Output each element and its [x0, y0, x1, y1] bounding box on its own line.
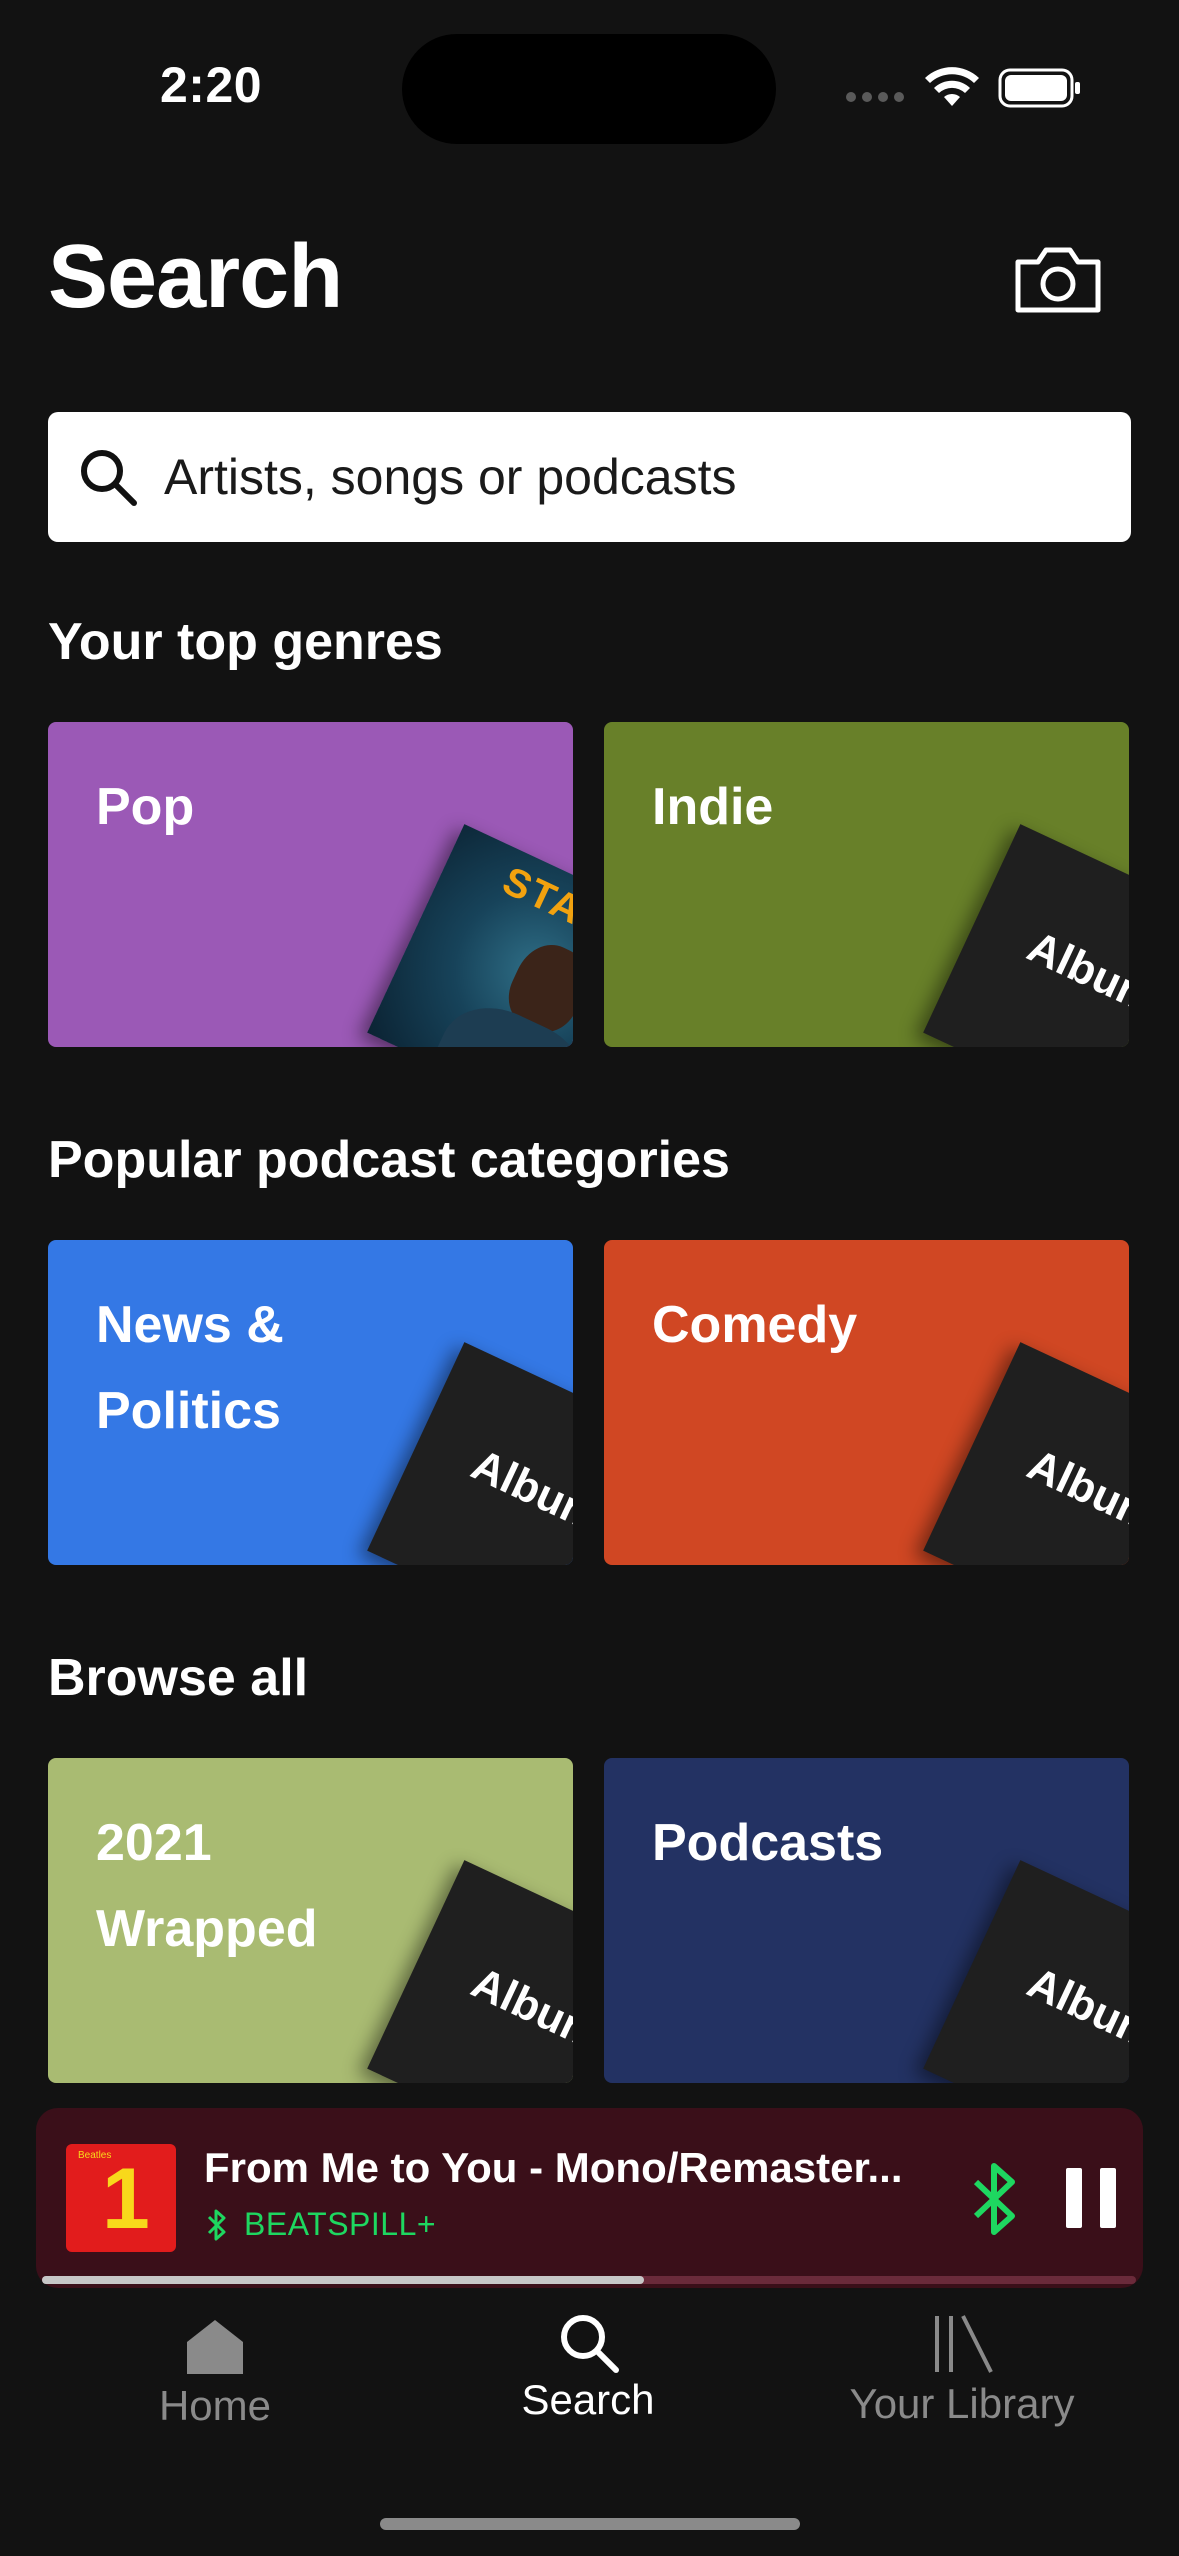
playback-progress[interactable] [42, 2276, 1136, 2284]
album-art: Album [923, 824, 1129, 1047]
tab-label: Search [521, 2376, 655, 2423]
genre-card-indie[interactable]: Indie Album [604, 722, 1129, 1047]
tab-label: Home [158, 2382, 272, 2429]
browse-card-podcasts[interactable]: Podcasts Album [604, 1758, 1129, 2083]
now-playing-title: From Me to You - Mono/Remaster... [204, 2144, 903, 2191]
now-playing-device: BEATSPILL+ [204, 2206, 436, 2243]
tab-home[interactable]: Home [65, 2316, 365, 2430]
album-art-text: Album [1020, 922, 1129, 1025]
search-icon [561, 2315, 619, 2373]
status-time: 2:20 [160, 57, 263, 113]
card-label: Pop [96, 778, 195, 836]
search-screen: 2:20 Search Artists, songs or podcasts Y… [0, 0, 1179, 2556]
category-card-comedy[interactable]: Comedy Album [604, 1240, 1129, 1565]
album-art-title: STAR [495, 858, 573, 947]
tab-search[interactable]: Search [438, 2310, 738, 2424]
album-art-text: Album [464, 1958, 573, 2061]
home-indicator [380, 2518, 800, 2530]
browse-card-2021-wrapped[interactable]: 2021 Wrapped Album [48, 1758, 573, 2083]
card-label: Indie [652, 778, 774, 836]
album-art: STAR [367, 824, 573, 1047]
connect-device-button[interactable] [968, 2162, 1022, 2236]
search-placeholder: Artists, songs or podcasts [164, 449, 737, 505]
library-icon [935, 2315, 993, 2373]
album-art-text: Album [1020, 1440, 1129, 1543]
card-label: Comedy [652, 1296, 858, 1354]
pause-button[interactable] [1064, 2166, 1118, 2230]
now-playing-bar[interactable]: Beatles 1 From Me to You - Mono/Remaster… [36, 2108, 1143, 2288]
card-label: News & Politics [96, 1296, 284, 1440]
search-icon [81, 450, 137, 506]
album-art: Album [923, 1342, 1129, 1565]
card-label: Podcasts [652, 1814, 884, 1872]
bluetooth-icon [207, 2209, 226, 2240]
category-card-news-politics[interactable]: News & Politics Album [48, 1240, 573, 1565]
dynamic-island [402, 34, 776, 144]
battery-icon [998, 68, 1080, 108]
album-art: Album [923, 1860, 1129, 2083]
device-name: BEATSPILL+ [244, 2206, 437, 2242]
tab-your-library[interactable]: Your Library [812, 2312, 1112, 2428]
section-heading-browse-all: Browse all [48, 1649, 309, 1707]
section-heading-top-genres: Your top genres [48, 613, 443, 671]
now-playing-cover: Beatles 1 [66, 2144, 176, 2252]
tab-label: Your Library [849, 2380, 1075, 2427]
album-art-text: Album [464, 1440, 573, 1543]
playback-progress-fill [42, 2276, 644, 2284]
cover-number: 1 [102, 2151, 150, 2247]
cellular-signal-icon [846, 92, 904, 102]
wifi-icon [925, 67, 979, 106]
home-icon [187, 2320, 243, 2374]
genre-card-pop[interactable]: Pop STAR [48, 722, 573, 1047]
search-input[interactable]: Artists, songs or podcasts [48, 412, 1131, 542]
page-title: Search [48, 227, 343, 327]
card-label: 2021 Wrapped [96, 1814, 318, 1958]
section-heading-podcast-categories: Popular podcast categories [48, 1131, 730, 1189]
camera-icon[interactable] [1012, 244, 1104, 316]
album-art-text: Album [1020, 1958, 1129, 2061]
